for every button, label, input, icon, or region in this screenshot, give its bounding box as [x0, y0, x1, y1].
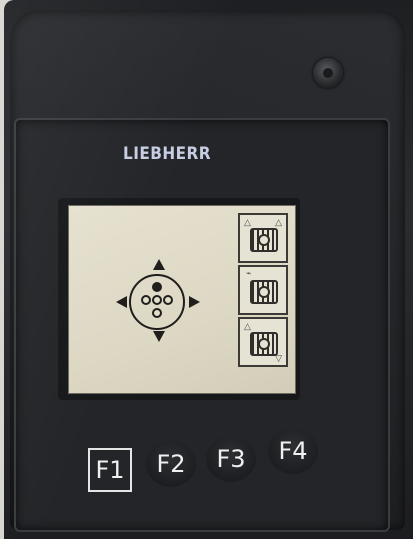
arrow-down-icon [153, 331, 165, 342]
f2-key-label: F2 [156, 450, 186, 478]
arrow-left-icon [116, 296, 127, 308]
joystick-arrows-icon [116, 259, 202, 345]
small-up-arrow-icon: △ [244, 217, 251, 227]
f3-key-label: F3 [216, 445, 246, 473]
small-up-arrow-icon: △ [244, 321, 251, 331]
display-side-menu: △ △ ⌁ △ ▽ [238, 205, 294, 373]
f4-key[interactable]: F4 [268, 428, 318, 474]
arrow-right-icon [189, 296, 200, 308]
side-button-track-raise[interactable]: △ △ [238, 213, 288, 263]
joystick-center-dot [152, 295, 162, 305]
small-down-arrow-icon: ▽ [275, 353, 282, 363]
gear-shape-icon: ⌁ [246, 268, 252, 278]
arrow-up-icon [153, 259, 165, 270]
joystick-bottom-dot [152, 308, 162, 318]
brand-logo: LIEBHERR [123, 144, 211, 164]
joystick-left-dot [141, 295, 151, 305]
f3-key[interactable]: F3 [206, 436, 256, 482]
track-raise-icon [250, 228, 278, 252]
track-lower-icon [250, 332, 278, 356]
f1-key-label: F1 [95, 456, 125, 484]
f1-key[interactable]: F1 [88, 448, 132, 492]
small-up-arrow-icon: △ [275, 217, 282, 227]
side-button-track-lower[interactable]: △ ▽ [238, 317, 288, 367]
joystick-right-dot [163, 295, 173, 305]
f2-key[interactable]: F2 [146, 441, 196, 487]
track-gear-icon [250, 280, 278, 304]
screw-icon [313, 58, 343, 88]
joystick-top-dot [152, 282, 162, 292]
side-button-track-gear[interactable]: ⌁ [238, 265, 288, 315]
f4-key-label: F4 [278, 437, 308, 465]
